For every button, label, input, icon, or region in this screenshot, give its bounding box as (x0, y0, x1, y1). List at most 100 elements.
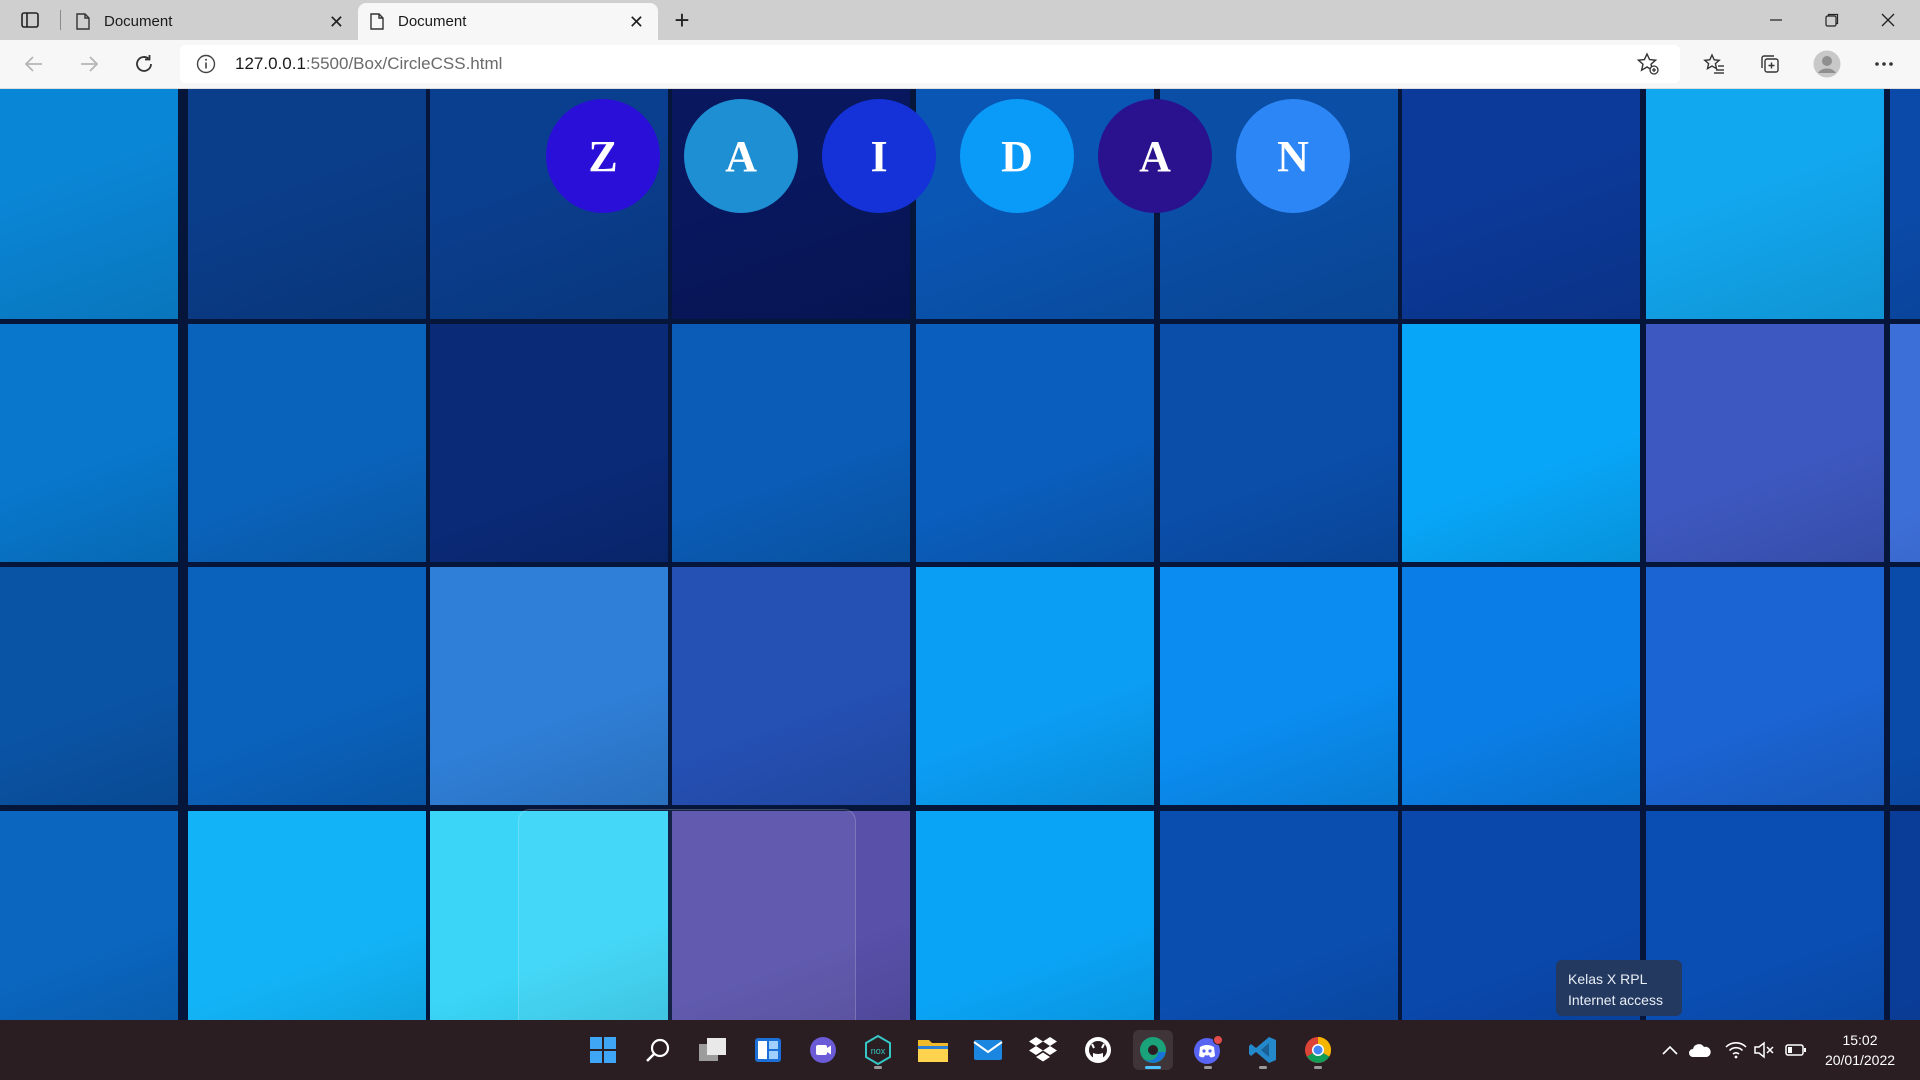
background-tile (0, 811, 178, 1020)
network-tray-button[interactable] (1724, 1040, 1748, 1060)
restore-button[interactable] (1804, 0, 1860, 40)
background-tile (1646, 89, 1884, 319)
profile-button[interactable] (1811, 48, 1843, 80)
tooltip-network-name: Kelas X RPL (1568, 971, 1648, 987)
chrome-button[interactable] (1298, 1030, 1338, 1070)
running-indicator (874, 1066, 882, 1069)
page-icon (370, 13, 384, 30)
search-icon (646, 1038, 670, 1062)
minimize-button[interactable] (1748, 0, 1804, 40)
add-favorite-icon[interactable] (1636, 52, 1660, 76)
battery-tray-button[interactable] (1784, 1040, 1808, 1060)
background-tile (188, 811, 426, 1020)
task-view-button[interactable] (693, 1030, 733, 1070)
site-info-icon[interactable] (196, 54, 216, 74)
background-tile (1646, 324, 1884, 562)
avatar-icon (1813, 50, 1841, 78)
background-tile (1890, 811, 1920, 1020)
start-icon (590, 1037, 616, 1063)
clock-date: 20/01/2022 (1824, 1052, 1896, 1068)
widget-glass-panel (518, 809, 856, 1020)
browser-tab-2[interactable]: Document ✕ (358, 3, 658, 40)
edge-icon (1140, 1037, 1166, 1063)
background-tile (1160, 567, 1398, 805)
task-view-icon (699, 1038, 726, 1061)
circle-letter: D (960, 99, 1074, 213)
chat-icon (810, 1037, 836, 1063)
background-tile (1890, 89, 1920, 319)
tab-separator (60, 10, 61, 30)
background-tile (1402, 324, 1640, 562)
letter: N (1277, 131, 1309, 181)
forward-arrow-icon (81, 56, 99, 72)
chevron-up-icon (1662, 1045, 1678, 1055)
tab-actions-button[interactable] (12, 6, 48, 34)
settings-menu-button[interactable] (1868, 48, 1900, 80)
github-button[interactable] (1078, 1030, 1118, 1070)
background-tile (672, 324, 910, 562)
start-button[interactable] (583, 1030, 623, 1070)
file-explorer-icon (918, 1040, 948, 1062)
new-tab-button[interactable]: + (666, 4, 698, 36)
close-icon (1881, 13, 1895, 27)
back-button[interactable] (18, 48, 50, 80)
background-tile (0, 567, 178, 805)
vscode-button[interactable] (1243, 1030, 1283, 1070)
forward-button[interactable] (73, 48, 105, 80)
page-viewport: Z A I D A N (0, 89, 1920, 1020)
file-explorer-button[interactable] (913, 1030, 953, 1070)
network-tooltip: Kelas X RPL Internet access (1556, 960, 1682, 1016)
nox-button[interactable]: nox (858, 1030, 898, 1070)
edge-button[interactable] (1133, 1030, 1173, 1070)
background-tile (1160, 324, 1398, 562)
widgets-button[interactable] (748, 1030, 788, 1070)
running-indicator (1314, 1066, 1322, 1069)
address-bar[interactable]: 127.0.0.1:5500/Box/CircleCSS.html (180, 45, 1680, 83)
onedrive-tray-button[interactable] (1688, 1040, 1712, 1060)
browser-tab-1[interactable]: Document ✕ (64, 3, 358, 40)
discord-button[interactable] (1188, 1030, 1228, 1070)
running-indicator (1204, 1066, 1212, 1069)
dropbox-button[interactable] (1023, 1030, 1063, 1070)
mail-button[interactable] (968, 1030, 1008, 1070)
refresh-icon (136, 55, 152, 72)
circle-row: Z A I D A N (546, 99, 1350, 213)
background-tile (430, 324, 668, 562)
restore-icon (1825, 13, 1839, 27)
background-tile (1402, 567, 1640, 805)
show-hidden-icons-button[interactable] (1658, 1040, 1682, 1060)
url-host: 127.0.0.1 (235, 54, 306, 73)
collections-button[interactable] (1754, 48, 1786, 80)
nox-icon: nox (865, 1035, 891, 1065)
background-tile (0, 89, 178, 319)
clock-time: 15:02 (1842, 1032, 1878, 1048)
search-button[interactable] (638, 1030, 678, 1070)
clock[interactable]: 15:02 20/01/2022 (1820, 1030, 1900, 1070)
favorites-button[interactable] (1698, 48, 1730, 80)
tab-strip: Document ✕ Document ✕ + (0, 0, 1920, 40)
running-indicator (1259, 1066, 1267, 1069)
battery-icon (1785, 1044, 1806, 1056)
github-icon (1085, 1037, 1111, 1063)
close-tab-icon[interactable]: ✕ (329, 12, 344, 33)
background-tile (188, 324, 426, 562)
letter: A (1139, 131, 1171, 181)
cloud-icon (1689, 1044, 1711, 1057)
dropbox-icon (1029, 1037, 1057, 1062)
refresh-button[interactable] (128, 48, 160, 80)
minimize-icon (1770, 19, 1782, 21)
close-window-button[interactable] (1860, 0, 1916, 40)
letter: A (725, 131, 757, 181)
url-text[interactable]: 127.0.0.1:5500/Box/CircleCSS.html (235, 54, 502, 74)
close-tab-icon[interactable]: ✕ (629, 12, 644, 33)
volume-tray-button[interactable] (1752, 1040, 1776, 1060)
more-options-icon (1875, 62, 1893, 66)
background-tile (1890, 567, 1920, 805)
tooltip-network-status: Internet access (1568, 992, 1663, 1008)
vscode-icon (1249, 1037, 1276, 1063)
widgets-icon (755, 1038, 781, 1062)
background-tile (1402, 89, 1640, 319)
mail-icon (973, 1040, 1003, 1060)
background-tile (916, 324, 1154, 562)
chat-button[interactable] (803, 1030, 843, 1070)
